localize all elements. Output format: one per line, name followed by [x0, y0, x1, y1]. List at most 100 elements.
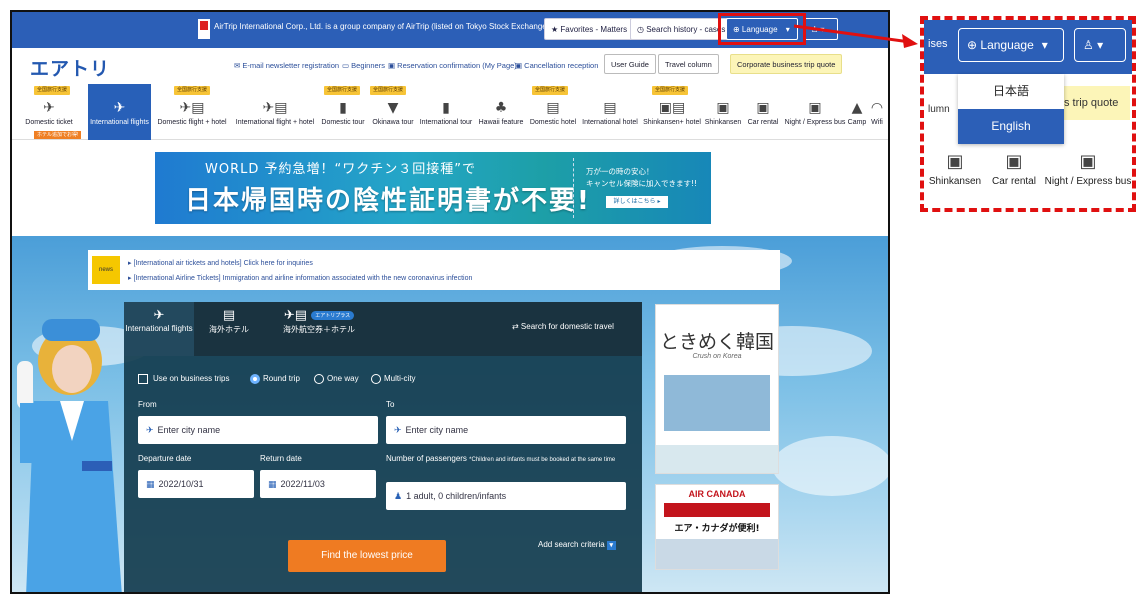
- callout-nav-label: Shinkansen: [928, 176, 982, 187]
- nav-domestic-flight-hotel[interactable]: ✈▤ Domestic flight + hotel: [153, 84, 231, 140]
- nav-hawaii-feature[interactable]: ♣ Hawaii feature: [475, 84, 527, 140]
- checkbox-icon: [138, 374, 148, 384]
- find-lowest-price-button[interactable]: Find the lowest price: [288, 540, 446, 572]
- nav-label: Camp: [847, 119, 867, 126]
- search-history-button[interactable]: ◷ Search history - cases: [630, 18, 733, 40]
- newsletter-link[interactable]: ✉ E-mail newsletter registration: [234, 61, 339, 70]
- callout-column-text: lumn: [928, 104, 950, 115]
- banner-insurance-box: 万が一の時の安心！ キャンセル保険に加入できます!! 詳しくはこちら ▸: [573, 158, 703, 218]
- callout-nav-night-bus[interactable]: ▣ Night / Express bus: [1044, 148, 1132, 187]
- palm-tree-icon: ♣: [494, 100, 508, 116]
- chevron-down-icon: ▾: [606, 541, 616, 550]
- callout-account-button[interactable]: ♙ ▾: [1074, 28, 1126, 62]
- nav-label: Okinawa tour: [372, 119, 414, 126]
- nav-shinkansen[interactable]: ▣ Shinkansen: [703, 84, 743, 140]
- nav-camp[interactable]: ▲ Camp: [847, 84, 867, 140]
- nav-wifi[interactable]: ◠ Wifi: [867, 84, 887, 140]
- globe-hotel-icon: ✈▤ エアトリプラス: [264, 308, 374, 324]
- banner-side-line1: 万が一の時の安心！: [586, 167, 654, 176]
- to-input[interactable]: ✈ Enter city name: [386, 416, 626, 444]
- nav-label: Domestic ticket: [25, 119, 73, 126]
- reservation-confirmation-link[interactable]: ▣ Reservation confirmation (My Page): [388, 61, 517, 70]
- nav-car-rental[interactable]: ▣ Car rental: [743, 84, 783, 140]
- calendar-icon: ▦: [268, 480, 277, 490]
- train-icon: ▣: [716, 100, 730, 116]
- air-canada-ad[interactable]: AIR CANADA エア・カナダが便利!: [655, 484, 779, 570]
- nav-international-flights[interactable]: ✈ International flights: [88, 84, 151, 140]
- beginners-link[interactable]: ▭ Beginners: [342, 61, 385, 70]
- nav-label: International flight + hotel: [235, 119, 315, 126]
- departure-plane-icon: ✈: [146, 426, 154, 436]
- banner-side-line2: キャンセル保険に加入できます!!: [586, 179, 698, 188]
- train-hotel-icon: ▣▤: [658, 100, 686, 116]
- business-trip-checkbox[interactable]: Use on business trips: [138, 374, 229, 384]
- nav-label: Shinkansen+ hotel: [643, 119, 701, 126]
- passengers-note: *Children and infants must be booked at …: [469, 457, 616, 463]
- train-icon: ▣: [946, 151, 964, 172]
- tab-flight-plus-hotel[interactable]: ✈▤ エアトリプラス 海外航空券＋ホテル: [264, 302, 374, 356]
- korea-ad-subtitle: Crush on Korea: [692, 353, 742, 360]
- round-trip-radio[interactable]: Round trip: [250, 374, 300, 384]
- callout-cases-text: ises: [928, 38, 948, 50]
- language-option-japanese[interactable]: 日本語: [958, 74, 1064, 109]
- return-date-label: Return date: [260, 454, 302, 463]
- nav-international-tour[interactable]: ▮ International tour: [417, 84, 475, 140]
- radio-selected-icon: [250, 374, 260, 384]
- corporate-quote-button[interactable]: Corporate business trip quote: [730, 54, 843, 74]
- language-menu-callout: ises ⊕ Language ▾ ♙ ▾ lumn s trip quote 日…: [920, 16, 1136, 212]
- news-link[interactable]: ▸ [International Airline Tickets] Immigr…: [128, 274, 472, 282]
- callout-language-button[interactable]: ⊕ Language ▾: [958, 28, 1064, 62]
- one-way-radio[interactable]: One way: [314, 374, 359, 384]
- radio-icon: [371, 374, 381, 384]
- cancellation-link[interactable]: ▣ Cancellation reception: [515, 61, 598, 70]
- nav-okinawa-tour[interactable]: ▼ Okinawa tour: [369, 84, 417, 140]
- people-icon: ♟: [394, 492, 403, 502]
- airtrip-logo[interactable]: エアトリ: [30, 54, 110, 81]
- nav-label: International flights: [90, 119, 149, 126]
- korea-ad[interactable]: ときめく韓国 Crush on Korea: [655, 304, 779, 474]
- travel-column-button[interactable]: Travel column: [658, 54, 719, 74]
- departure-date-input[interactable]: ▦ 2022/10/31: [138, 470, 254, 498]
- radio-label: Round trip: [263, 374, 300, 384]
- favorites-button[interactable]: ★ Favorites - Matters: [544, 18, 635, 40]
- callout-nav-car-rental[interactable]: ▣ Car rental: [988, 148, 1040, 187]
- domestic-travel-link[interactable]: ⇄ Search for domestic travel: [512, 322, 614, 331]
- passengers-input[interactable]: ♟ 1 adult, 0 children/infants: [386, 482, 626, 510]
- passengers-label: Number of passengers *Children and infan…: [386, 454, 616, 463]
- air-canada-route-tags: [664, 503, 770, 517]
- nav-international-flight-hotel[interactable]: ✈▤ International flight + hotel: [232, 84, 318, 140]
- nav-label: International tour: [419, 119, 473, 126]
- return-date-input[interactable]: ▦ 2022/11/03: [260, 470, 376, 498]
- departure-date-value: 2022/10/31: [158, 479, 204, 489]
- tab-overseas-hotel[interactable]: ▤ 海外ホテル: [194, 302, 264, 356]
- nav-label: Domestic hotel: [529, 119, 577, 126]
- screenshot-composite: AirTrip International Corp., Ltd. is a g…: [0, 0, 1139, 594]
- bus-icon: ▣: [1079, 151, 1097, 172]
- callout-nav-shinkansen[interactable]: ▣ Shinkansen: [926, 148, 984, 187]
- tab-international-flights[interactable]: ✈ International flights: [124, 302, 194, 356]
- nav-international-hotel[interactable]: ▤ International hotel: [579, 84, 641, 140]
- airtrip-group-logo: [198, 19, 210, 39]
- multi-city-radio[interactable]: Multi-city: [371, 374, 416, 384]
- nav-domestic-tour[interactable]: ▮ Domestic tour: [318, 84, 368, 140]
- promo-banner[interactable]: WORLD 予約急増！“ワクチン３回接種”で 日本帰国時の陰性証明書が不要! 万…: [155, 152, 711, 224]
- korea-ad-title: ときめく韓国: [659, 331, 774, 353]
- banner-details-button[interactable]: 詳しくはこちら ▸: [606, 196, 668, 208]
- language-option-english[interactable]: English: [958, 109, 1064, 144]
- suitcase-icon: ▮: [442, 100, 450, 116]
- group-notice: AirTrip International Corp., Ltd. is a g…: [214, 22, 575, 31]
- user-guide-button[interactable]: User Guide: [604, 54, 656, 74]
- from-input[interactable]: ✈ Enter city name: [138, 416, 378, 444]
- from-label: From: [138, 400, 157, 409]
- callout-language-label: ⊕ Language: [967, 38, 1034, 52]
- callout-nav-label: Car rental: [992, 176, 1036, 187]
- nav-domestic-hotel[interactable]: ▤ Domestic hotel: [527, 84, 579, 140]
- news-link[interactable]: ▸ [International air tickets and hotels]…: [128, 259, 313, 267]
- radio-label: Multi-city: [384, 374, 416, 384]
- from-placeholder: Enter city name: [157, 425, 221, 435]
- to-placeholder: Enter city name: [405, 425, 469, 435]
- nav-shinkansen-hotel[interactable]: ▣▤ Shinkansen+ hotel: [641, 84, 703, 140]
- add-search-criteria-link[interactable]: Add search criteria ▾: [538, 540, 616, 550]
- nav-night-express-bus[interactable]: ▣ Night / Express bus: [783, 84, 847, 140]
- air-canada-photo: [656, 539, 778, 569]
